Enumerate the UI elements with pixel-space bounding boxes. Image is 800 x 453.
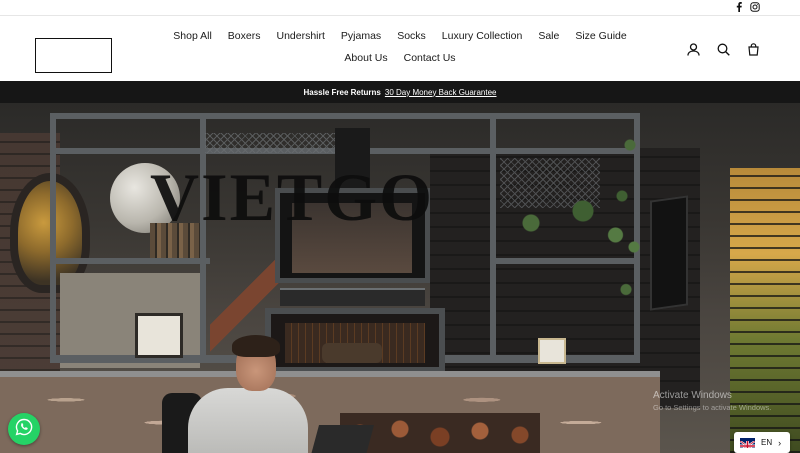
instagram-icon[interactable] (750, 2, 760, 12)
logo[interactable] (35, 38, 112, 73)
language-code: EN (761, 438, 773, 447)
cart-icon[interactable] (746, 42, 760, 56)
hero-bg-vines (610, 128, 650, 298)
hero-model-hair (232, 335, 280, 357)
activate-windows-watermark: Activate Windows Go to Settings to activ… (653, 390, 771, 414)
nav-pyjamas[interactable]: Pyjamas (333, 29, 389, 43)
site-header: Shop All Boxers Undershirt Pyjamas Socks… (0, 16, 800, 81)
chevron-right-icon: › (778, 437, 782, 448)
hero-bg-picture-frame (135, 313, 183, 358)
main-nav: Shop All Boxers Undershirt Pyjamas Socks… (140, 29, 660, 65)
hero-bg-grate (280, 288, 425, 306)
search-icon[interactable] (716, 42, 730, 56)
nav-size-guide[interactable]: Size Guide (567, 29, 634, 43)
activate-windows-subtitle: Go to Settings to activate Windows. (653, 403, 772, 412)
activate-windows-title: Activate Windows (653, 390, 732, 401)
hero-bg-mesh (205, 133, 335, 153)
nav-luxury-collection[interactable]: Luxury Collection (434, 29, 531, 43)
hero-bg-tv (650, 195, 688, 311)
social-bar (0, 0, 800, 16)
facebook-icon[interactable] (734, 2, 744, 12)
hero-bg-laptop (310, 425, 375, 453)
money-back-link[interactable]: 30 Day Money Back Guarantee (385, 88, 497, 97)
nav-about-us[interactable]: About Us (336, 51, 395, 65)
uk-flag-icon (740, 437, 755, 448)
nav-socks[interactable]: Socks (389, 29, 434, 43)
hero-banner[interactable]: VIETGO Activate Windows Go to Settings t… (0, 103, 800, 453)
whatsapp-icon (15, 418, 33, 441)
header-actions (686, 42, 760, 56)
hero-bg-shelf (50, 258, 210, 264)
nav-boxers[interactable]: Boxers (220, 29, 269, 43)
announcement-bold: Hassle Free Returns (303, 87, 381, 97)
nav-undershirt[interactable]: Undershirt (268, 29, 332, 43)
nav-contact-us[interactable]: Contact Us (396, 51, 464, 65)
account-icon[interactable] (686, 42, 700, 56)
whatsapp-button[interactable] (8, 413, 40, 445)
announcement-bar: Hassle Free Returns 30 Day Money Back Gu… (0, 81, 800, 103)
nav-sale[interactable]: Sale (530, 29, 567, 43)
hero-bg-picture-frame (538, 338, 566, 364)
language-selector[interactable]: EN › (734, 432, 790, 453)
hero-model-body (188, 388, 308, 453)
nav-shop-all[interactable]: Shop All (165, 29, 220, 43)
social-links (734, 2, 760, 12)
hero-bg-wood (322, 343, 382, 363)
hero-brand-title: VIETGO (150, 159, 435, 235)
